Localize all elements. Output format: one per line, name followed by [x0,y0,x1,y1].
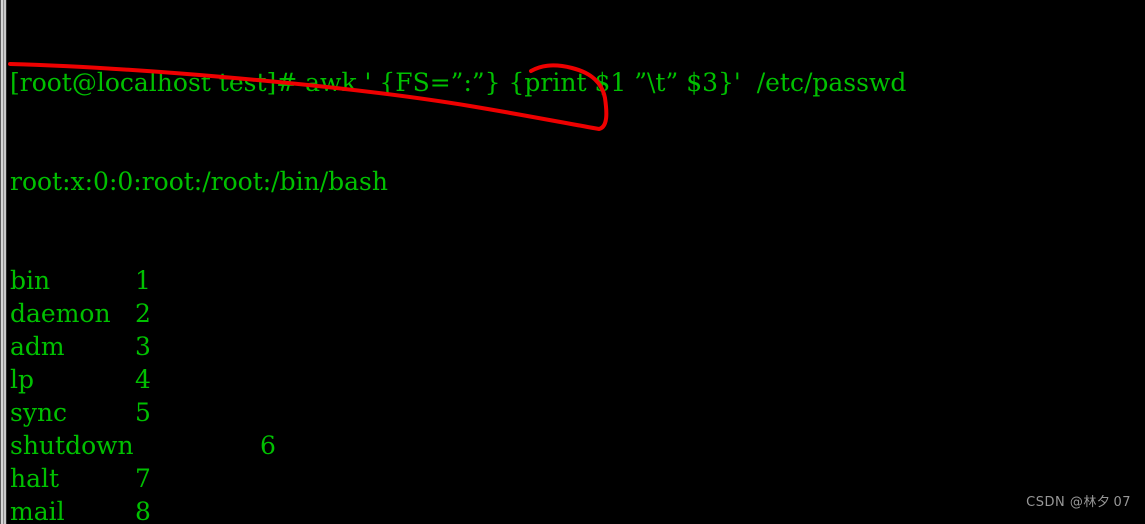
terminal-row: daemon 2 [7,297,1145,330]
terminal-row-username: bin [10,266,51,295]
terminal-row-uid: 3 [135,332,151,361]
terminal-row-username: adm [10,332,65,361]
terminal-row-username: daemon [10,299,111,328]
terminal-window: [root@localhost test]# awk ' {FS=”:”} {p… [0,0,1145,524]
terminal-row-uid: 8 [135,497,151,524]
terminal-row-username: lp [10,365,34,394]
terminal-command-line: [root@localhost test]# awk ' {FS=”:”} {p… [10,68,907,97]
terminal-row-uid: 2 [135,299,151,328]
terminal-output-rows: bin 1 daemon 2 adm 3 lp 4 sync 5 shutdown 6 halt 7 mai… [7,264,1145,524]
terminal-row: shutdown 6 [7,429,1145,462]
terminal-row-uid: 7 [135,464,151,493]
terminal-output-root-line: root:x:0:0:root:/root:/bin/bash [10,167,388,196]
terminal-row: lp 4 [7,363,1145,396]
terminal-row: adm 3 [7,330,1145,363]
terminal-row-username: sync [10,398,68,427]
terminal-row: bin 1 [7,264,1145,297]
terminal-row-uid: 1 [135,266,151,295]
terminal-row: mail 8 [7,495,1145,524]
terminal-row-uid: 6 [260,431,276,460]
terminal-output-area[interactable]: [root@localhost test]# awk ' {FS=”:”} {p… [7,0,1145,524]
terminal-row-uid: 5 [135,398,151,427]
terminal-row: halt 7 [7,462,1145,495]
terminal-row-username: mail [10,497,65,524]
window-left-gutter[interactable] [0,0,7,524]
terminal-row-uid: 4 [135,365,151,394]
csdn-watermark: CSDN @林夕 07 [1026,495,1131,510]
terminal-row-username: halt [10,464,60,493]
terminal-row: sync 5 [7,396,1145,429]
terminal-row-username: shutdown [10,431,134,460]
